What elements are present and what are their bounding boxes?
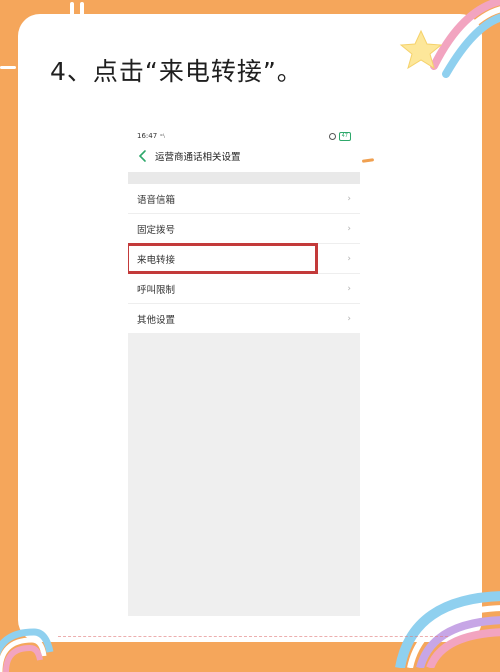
chevron-right-icon: › bbox=[347, 193, 351, 204]
rainbow-decoration bbox=[0, 628, 54, 672]
chevron-left-icon[interactable] bbox=[137, 149, 149, 163]
menu-item-voicemail[interactable]: 语音信箱 › bbox=[128, 184, 360, 214]
section-divider bbox=[128, 172, 360, 184]
nav-bar: 运营商通话相关设置 bbox=[137, 148, 241, 164]
menu-item-label: 呼叫限制 bbox=[137, 284, 176, 296]
signal-icon: ᵒᴵᵢ bbox=[160, 132, 165, 140]
phone-header: 16:47 ᵒᴵᵢ 47 运营商通话相关设置 bbox=[128, 126, 360, 172]
rainbow-star-decoration bbox=[399, 0, 500, 78]
menu-item-call-barring[interactable]: 呼叫限制 › bbox=[128, 274, 360, 304]
menu-item-call-forwarding[interactable]: 来电转接 › bbox=[128, 243, 360, 274]
chevron-right-icon: › bbox=[347, 223, 351, 234]
menu-item-label: 固定拨号 bbox=[137, 224, 176, 236]
record-icon bbox=[328, 132, 336, 140]
chevron-right-icon: › bbox=[347, 283, 351, 294]
menu-item-label: 其他设置 bbox=[137, 314, 176, 326]
status-time: 16:47 bbox=[137, 132, 158, 140]
decoration-tick bbox=[70, 2, 74, 18]
decoration-tick bbox=[80, 2, 84, 18]
status-right: 47 bbox=[328, 131, 351, 141]
menu-item-fixed-dialing[interactable]: 固定拨号 › bbox=[128, 214, 360, 244]
status-bar: 16:47 ᵒᴵᵢ 47 bbox=[137, 130, 351, 142]
chevron-right-icon: › bbox=[347, 313, 351, 324]
settings-menu: 语音信箱 › 固定拨号 › 来电转接 › 呼叫限制 › 其他设置 › bbox=[128, 184, 360, 333]
instruction-text: 4、点击“来电转接”。 bbox=[50, 57, 303, 86]
page-title: 运营商通话相关设置 bbox=[155, 152, 241, 163]
decoration-dashed-line bbox=[58, 636, 448, 638]
phone-screenshot: 16:47 ᵒᴵᵢ 47 运营商通话相关设置 语音信箱 › 固定拨号 › 来电转… bbox=[128, 126, 360, 616]
battery-icon: 47 bbox=[338, 131, 351, 141]
decoration-line bbox=[0, 66, 16, 69]
chevron-right-icon: › bbox=[347, 253, 351, 264]
rainbow-decoration bbox=[395, 591, 500, 668]
menu-item-label: 来电转接 bbox=[137, 254, 176, 266]
menu-item-other-settings[interactable]: 其他设置 › bbox=[128, 304, 360, 333]
menu-item-label: 语音信箱 bbox=[137, 194, 176, 206]
